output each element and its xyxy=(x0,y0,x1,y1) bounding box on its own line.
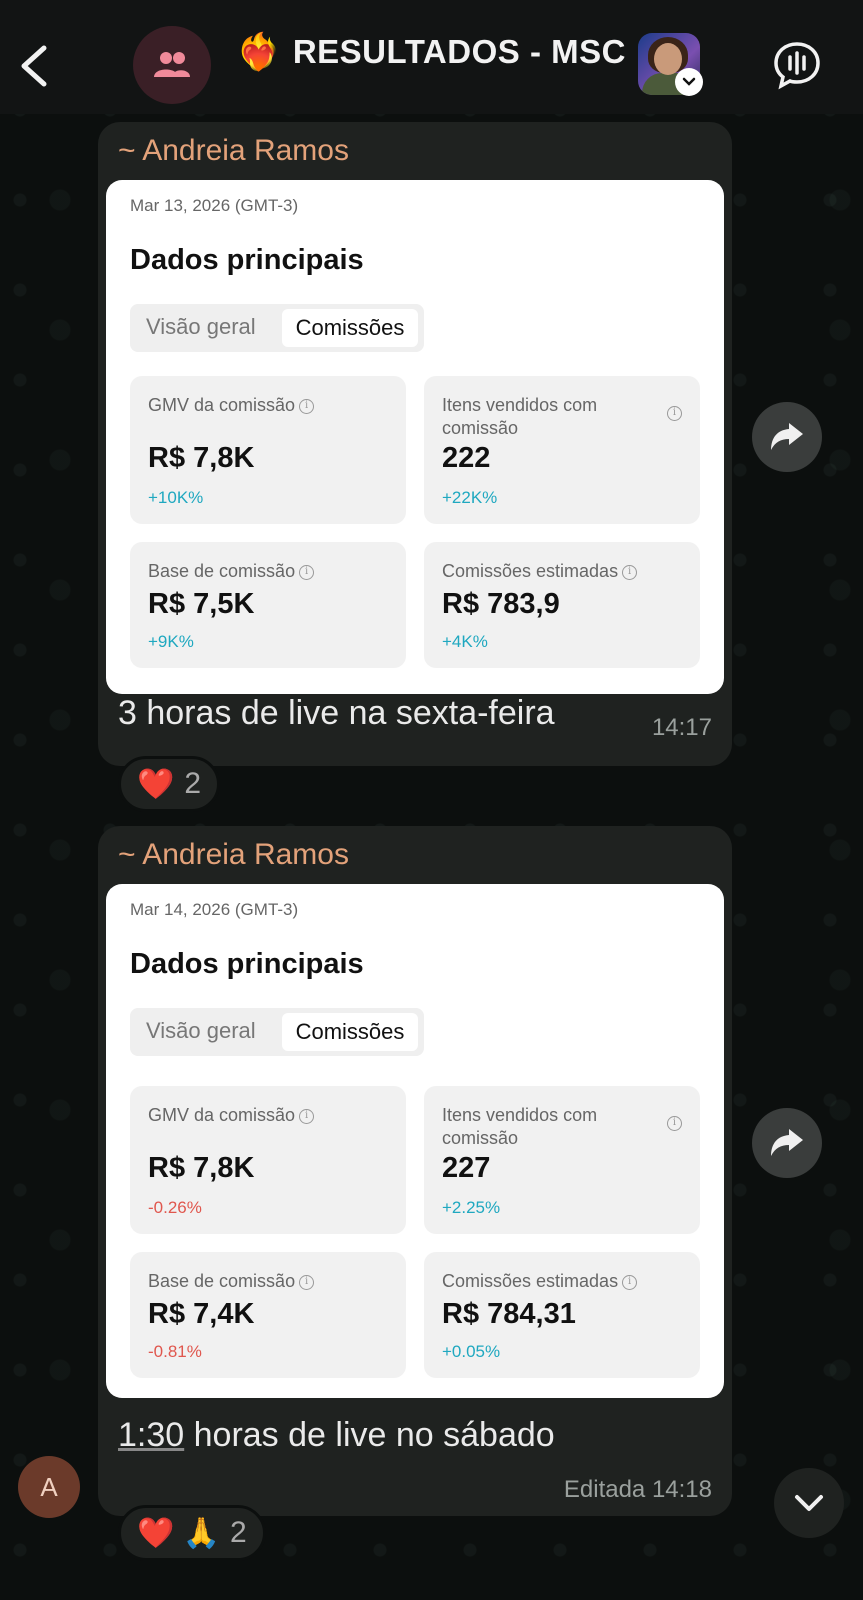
scroll-to-bottom-button[interactable] xyxy=(774,1468,844,1538)
tab-commissions: Comissões xyxy=(282,309,418,347)
metric-change: +0.05% xyxy=(442,1342,501,1361)
metric-label: GMV da comissão xyxy=(148,395,296,415)
group-avatar[interactable] xyxy=(133,26,211,104)
share-arrow-icon xyxy=(771,1129,803,1156)
report-title: Dados principais xyxy=(130,948,364,980)
tab-overview: Visão geral xyxy=(146,1018,256,1043)
info-icon: i xyxy=(622,1274,638,1290)
info-icon: i xyxy=(299,564,315,580)
metric-label: Base de comissão xyxy=(148,1271,296,1291)
metric-change: +4K% xyxy=(442,632,488,651)
tab-commissions: Comissões xyxy=(282,1013,418,1051)
metric-change: +10K% xyxy=(148,488,204,507)
metric-value: R$ 784,31 xyxy=(442,1298,576,1330)
chevron-down-icon xyxy=(795,1495,823,1511)
metric-label: Comissões estimadas xyxy=(442,561,619,581)
metric-value: 227 xyxy=(442,1152,491,1184)
report-date: Mar 13, 2026 (GMT-3) xyxy=(130,196,299,215)
metric-card: Itens vendidos com comissão i 222 +22K% xyxy=(424,376,700,524)
metric-change: +9K% xyxy=(148,632,194,651)
chat-header: ❤️‍🔥 RESULTADOS - MSC xyxy=(0,0,863,114)
metric-card: Comissões estimadas i R$ 783,9 +4K% xyxy=(424,542,700,668)
group-icon xyxy=(154,52,190,77)
metric-card: Base de comissão i R$ 7,4K -0.81% xyxy=(130,1252,406,1378)
message-text-rest: horas de live no sábado xyxy=(184,1416,555,1454)
metric-card: Itens vendidos com comissão i 227 +2.25% xyxy=(424,1086,700,1234)
reaction-pill[interactable]: ❤️ 2 xyxy=(118,756,221,812)
metric-label: Itens vendidos com comissão xyxy=(442,1105,598,1148)
metric-value: R$ 7,8K xyxy=(148,1152,255,1184)
share-arrow-icon xyxy=(771,423,803,450)
heart-praying-hands-icon: ❤️ 🙏 xyxy=(137,1516,221,1550)
message-time: 14:17 xyxy=(651,714,712,741)
report-date: Mar 14, 2026 (GMT-3) xyxy=(130,900,299,919)
metric-label: GMV da comissão xyxy=(148,1105,296,1125)
sender-name[interactable]: ~ Andreia Ramos xyxy=(118,838,349,872)
heart-on-fire-icon: ❤️‍🔥 xyxy=(236,31,281,72)
heart-icon: ❤️ xyxy=(137,767,175,801)
metric-change: +22K% xyxy=(442,488,498,507)
report-tabs: Visão geral Comissões xyxy=(130,1008,424,1056)
voice-chat-icon xyxy=(774,42,820,90)
back-button[interactable] xyxy=(14,40,54,92)
metric-value: 222 xyxy=(442,442,491,474)
avatar[interactable]: A xyxy=(18,1456,80,1518)
metric-card: Comissões estimadas i R$ 784,31 +0.05% xyxy=(424,1252,700,1378)
chat-title[interactable]: ❤️‍🔥 RESULTADOS - MSC xyxy=(236,28,626,76)
chevron-left-icon xyxy=(21,45,47,87)
metric-change: -0.81% xyxy=(148,1342,202,1361)
reaction-count: 2 xyxy=(230,1516,247,1549)
info-icon: i xyxy=(299,1108,315,1124)
metric-card: Base de comissão i R$ 7,5K +9K% xyxy=(130,542,406,668)
report-tabs: Visão geral Comissões xyxy=(130,304,424,352)
tab-overview: Visão geral xyxy=(146,314,256,339)
time-link[interactable]: 1:30 xyxy=(118,1416,184,1454)
message-bubble[interactable]: ~ Andreia Ramos Mar 14, 2026 (GMT-3) Dad… xyxy=(98,826,732,1516)
metric-label: Base de comissão xyxy=(148,561,296,581)
reaction-count: 2 xyxy=(184,767,202,800)
metric-value: R$ 7,5K xyxy=(148,588,255,620)
image-attachment[interactable]: Mar 14, 2026 (GMT-3) Dados principais Vi… xyxy=(106,884,724,1398)
message-bubble[interactable]: ~ Andreia Ramos Mar 13, 2026 (GMT-3) Dad… xyxy=(98,122,732,766)
chevron-down-icon[interactable] xyxy=(675,68,703,96)
metric-card: GMV da comissão i R$ 7,8K +10K% xyxy=(130,376,406,524)
info-icon: i xyxy=(667,406,682,421)
sender-name[interactable]: ~ Andreia Ramos xyxy=(118,134,349,168)
metric-label: Itens vendidos com comissão xyxy=(442,395,598,438)
metric-label: Comissões estimadas xyxy=(442,1271,619,1291)
forward-button[interactable] xyxy=(752,402,822,472)
metric-value: R$ 7,8K xyxy=(148,442,255,474)
message-text: 3 horas de live na sexta-feira xyxy=(118,694,555,732)
group-name: RESULTADOS - MSC xyxy=(292,33,626,70)
message-text: 1:30 horas de live no sábado xyxy=(118,1416,555,1455)
metric-card: GMV da comissão i R$ 7,8K -0.26% xyxy=(130,1086,406,1234)
metric-change: +2.25% xyxy=(442,1198,501,1217)
forward-button[interactable] xyxy=(752,1108,822,1178)
report-title: Dados principais xyxy=(130,244,364,276)
image-attachment[interactable]: Mar 13, 2026 (GMT-3) Dados principais Vi… xyxy=(106,180,724,694)
info-icon: i xyxy=(667,1116,682,1131)
voice-chat-button[interactable] xyxy=(772,40,822,90)
info-icon: i xyxy=(299,1274,315,1290)
reaction-pill[interactable]: ❤️ 🙏 2 xyxy=(118,1505,266,1561)
metric-change: -0.26% xyxy=(148,1198,202,1217)
info-icon: i xyxy=(299,398,315,414)
message-time: Editada 14:18 xyxy=(563,1476,712,1503)
info-icon: i xyxy=(622,564,638,580)
metric-value: R$ 7,4K xyxy=(148,1298,255,1330)
metric-value: R$ 783,9 xyxy=(442,588,560,620)
